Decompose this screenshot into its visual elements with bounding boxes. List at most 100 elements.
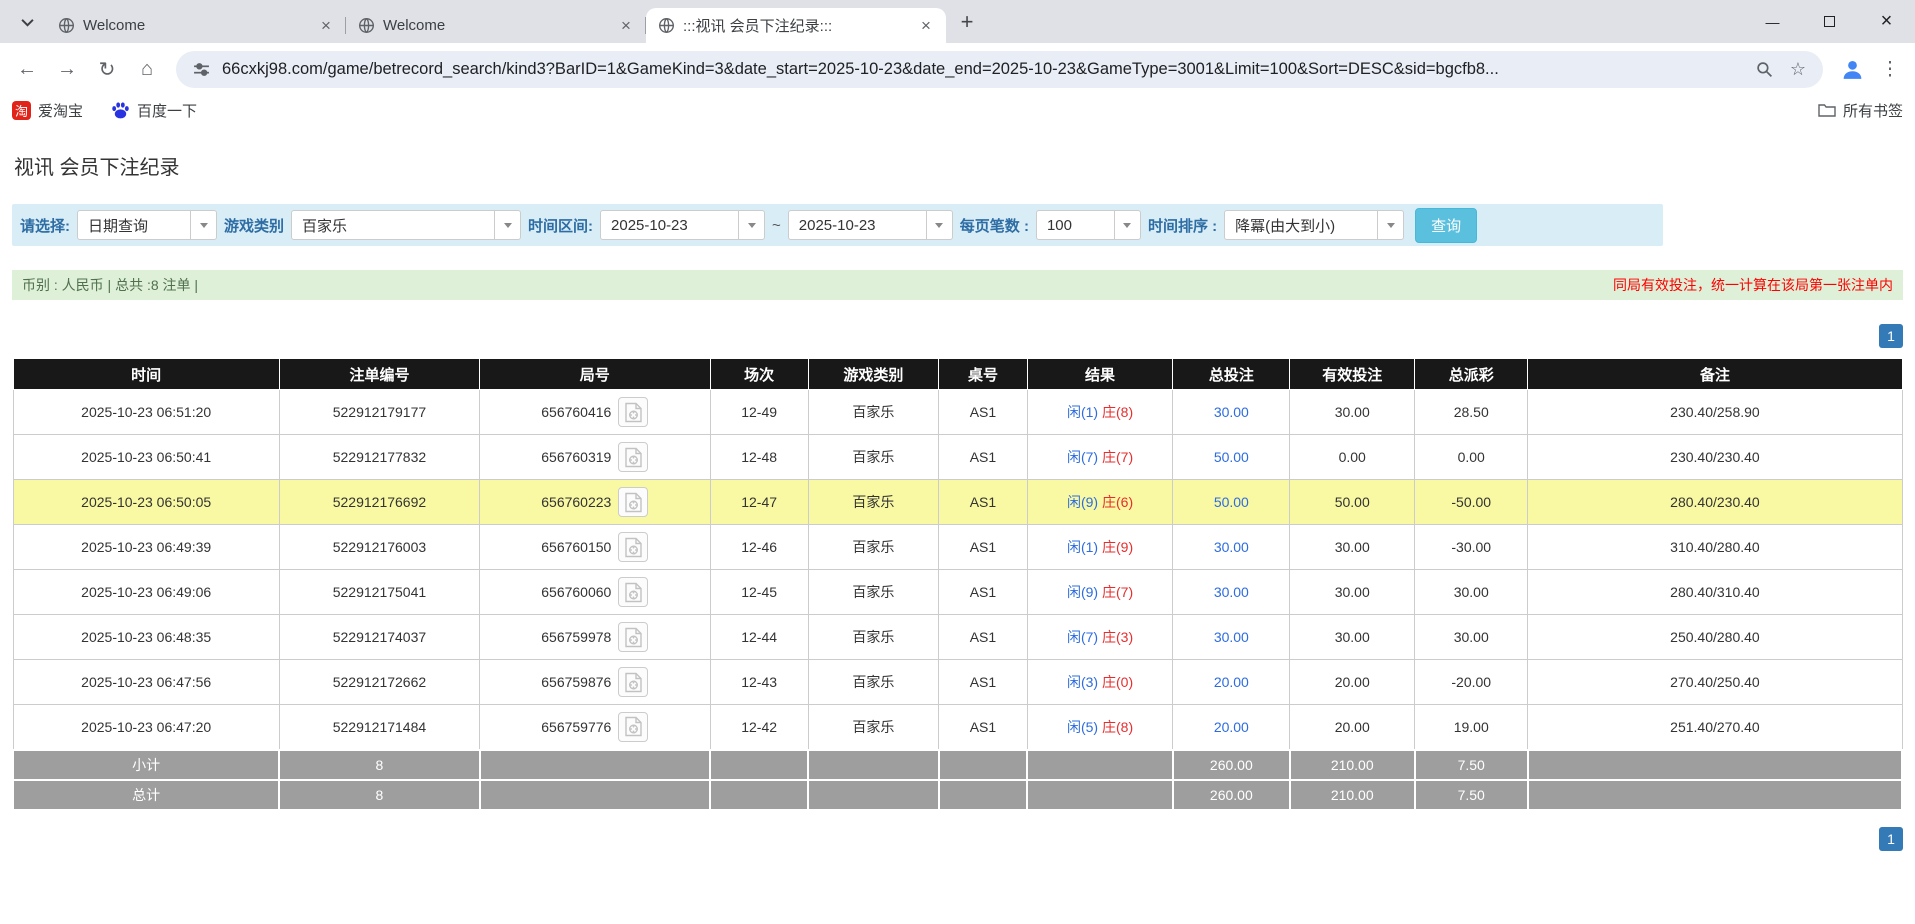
cell-remark: 310.40/280.40	[1527, 524, 1903, 570]
cell-session: 12-49	[709, 389, 809, 435]
table-row: 2025-10-23 06:47:20 522912171484 656759776…	[12, 704, 1903, 750]
video-replay-button[interactable]	[618, 622, 649, 652]
page-size-select[interactable]: 100	[1035, 210, 1141, 240]
subtotal-total-bet: 260.00	[1171, 748, 1291, 781]
bookmark-baidu[interactable]: 百度一下	[111, 100, 197, 121]
minimize-button[interactable]: —	[1744, 0, 1801, 43]
page-1-button[interactable]: 1	[1879, 324, 1903, 348]
subtotal-count: 8	[278, 748, 481, 781]
tab-close-icon[interactable]: ×	[616, 16, 636, 36]
result-banker: 庄(8)	[1102, 718, 1134, 735]
search-button[interactable]: 查询	[1415, 207, 1478, 243]
refresh-button[interactable]: ↻	[90, 52, 124, 86]
cell-round: 656759876	[479, 659, 711, 705]
game-type-select[interactable]: 百家乐	[291, 210, 522, 240]
sort-order-label: 时间排序 :	[1147, 217, 1218, 235]
cell-payout: -30.00	[1414, 524, 1529, 570]
bookmark-star-icon[interactable]: ☆	[1785, 56, 1811, 82]
cell-table-no: AS1	[938, 434, 1028, 480]
tab-welcome-1[interactable]: Welcome ×	[46, 8, 346, 43]
total-bet-link[interactable]: 30.00	[1214, 539, 1249, 555]
all-bookmarks-button[interactable]: 所有书签	[1818, 100, 1903, 121]
video-replay-button[interactable]	[618, 532, 649, 562]
maximize-button[interactable]	[1801, 0, 1858, 43]
query-type-select[interactable]: 日期查询	[77, 210, 217, 240]
video-file-icon	[625, 537, 642, 557]
home-button[interactable]: ⌂	[130, 52, 164, 86]
total-bet-link[interactable]: 50.00	[1214, 449, 1249, 465]
round-number: 656760416	[541, 404, 612, 420]
cell-valid-bet: 20.00	[1289, 704, 1416, 750]
round-number: 656760060	[541, 584, 612, 600]
cell-valid-bet: 30.00	[1289, 389, 1416, 435]
tab-close-icon[interactable]: ×	[916, 16, 936, 36]
zoom-icon[interactable]	[1751, 56, 1777, 82]
total-bet-link[interactable]: 50.00	[1214, 494, 1249, 510]
bet-table-body: 2025-10-23 06:51:20 522912179177 656760416…	[12, 389, 1903, 750]
cell-payout: 30.00	[1414, 614, 1529, 660]
video-replay-button[interactable]	[618, 442, 649, 472]
cell-remark: 270.40/250.40	[1527, 659, 1903, 705]
tab-welcome-2[interactable]: Welcome ×	[346, 8, 646, 43]
cell-total-bet: 30.00	[1172, 569, 1291, 615]
new-tab-button[interactable]: +	[952, 7, 982, 37]
cell-valid-bet: 30.00	[1289, 524, 1416, 570]
video-replay-button[interactable]	[618, 577, 649, 607]
video-replay-button[interactable]	[618, 711, 649, 742]
baidu-paw-icon	[112, 101, 129, 118]
close-window-button[interactable]: ×	[1858, 0, 1915, 43]
url-text[interactable]: 66cxkj98.com/game/betrecord_search/kind3…	[222, 60, 1743, 79]
cell-bet-id: 522912174037	[278, 614, 481, 660]
sort-order-select[interactable]: 降冪(由大到小)	[1224, 210, 1405, 240]
result-banker: 庄(6)	[1102, 494, 1134, 510]
cell-result: 闲(5) 庄(8)	[1026, 704, 1174, 750]
date-start-select[interactable]: 2025-10-23	[600, 210, 766, 240]
total-bet-link[interactable]: 30.00	[1214, 404, 1249, 420]
cell-payout: 28.50	[1414, 389, 1529, 435]
subtotal-valid-bet: 210.00	[1288, 748, 1416, 781]
game-type-label: 游戏类别	[224, 217, 285, 235]
bookmark-taobao[interactable]: 淘 爱淘宝	[12, 100, 83, 121]
video-replay-button[interactable]	[618, 487, 649, 517]
cell-payout: -50.00	[1414, 479, 1529, 525]
filter-panel: 请选择: 日期查询 游戏类别 百家乐 时间区间: 2025-10-23 ~ 20…	[12, 204, 1663, 246]
round-number: 656759776	[541, 718, 612, 735]
page-content: 视讯 会员下注纪录 请选择: 日期查询 游戏类别 百家乐 时间区间: 2025-…	[0, 151, 1915, 851]
total-bet-link[interactable]: 30.00	[1214, 584, 1249, 600]
cell-valid-bet: 50.00	[1289, 479, 1416, 525]
tab-title: Welcome	[383, 17, 446, 34]
cell-round: 656760416	[479, 389, 711, 435]
video-replay-button[interactable]	[618, 667, 649, 697]
forward-button[interactable]: →	[50, 52, 84, 86]
date-end-select[interactable]: 2025-10-23	[787, 210, 953, 240]
page-1-button[interactable]: 1	[1879, 826, 1903, 851]
browser-menu-button[interactable]: ⋮	[1875, 52, 1905, 86]
profile-avatar[interactable]	[1835, 52, 1869, 86]
header-payout: 总派彩	[1414, 358, 1529, 390]
cell-remark: 251.40/270.40	[1527, 704, 1903, 750]
pagination-bottom: 1	[12, 826, 1903, 851]
address-bar[interactable]: 66cxkj98.com/game/betrecord_search/kind3…	[176, 50, 1823, 88]
cell-round: 656760060	[479, 569, 711, 615]
person-icon	[1843, 60, 1861, 79]
result-player: 闲(1)	[1066, 539, 1099, 555]
subtotal-label: 小计	[11, 748, 281, 781]
cell-table-no: AS1	[938, 569, 1028, 615]
video-replay-button[interactable]	[618, 397, 649, 427]
site-info-icon[interactable]	[188, 56, 214, 82]
tab-bet-records-active[interactable]: :::视讯 会员下注纪录::: ×	[646, 8, 946, 43]
total-bet-link[interactable]: 20.00	[1214, 719, 1249, 735]
result-player: 闲(9)	[1066, 584, 1099, 600]
cell-remark: 230.40/230.40	[1527, 434, 1903, 480]
header-total-bet: 总投注	[1172, 358, 1291, 390]
video-file-icon	[625, 447, 642, 467]
back-button[interactable]: ←	[10, 52, 44, 86]
total-total-bet: 260.00	[1171, 778, 1291, 811]
total-bet-link[interactable]: 30.00	[1214, 629, 1249, 645]
cell-round: 656759776	[479, 704, 711, 750]
tab-search-button[interactable]	[12, 7, 42, 37]
tab-close-icon[interactable]: ×	[316, 16, 336, 36]
chevron-down-icon	[190, 211, 216, 239]
cell-game-type: 百家乐	[807, 614, 940, 660]
total-bet-link[interactable]: 20.00	[1214, 674, 1249, 690]
